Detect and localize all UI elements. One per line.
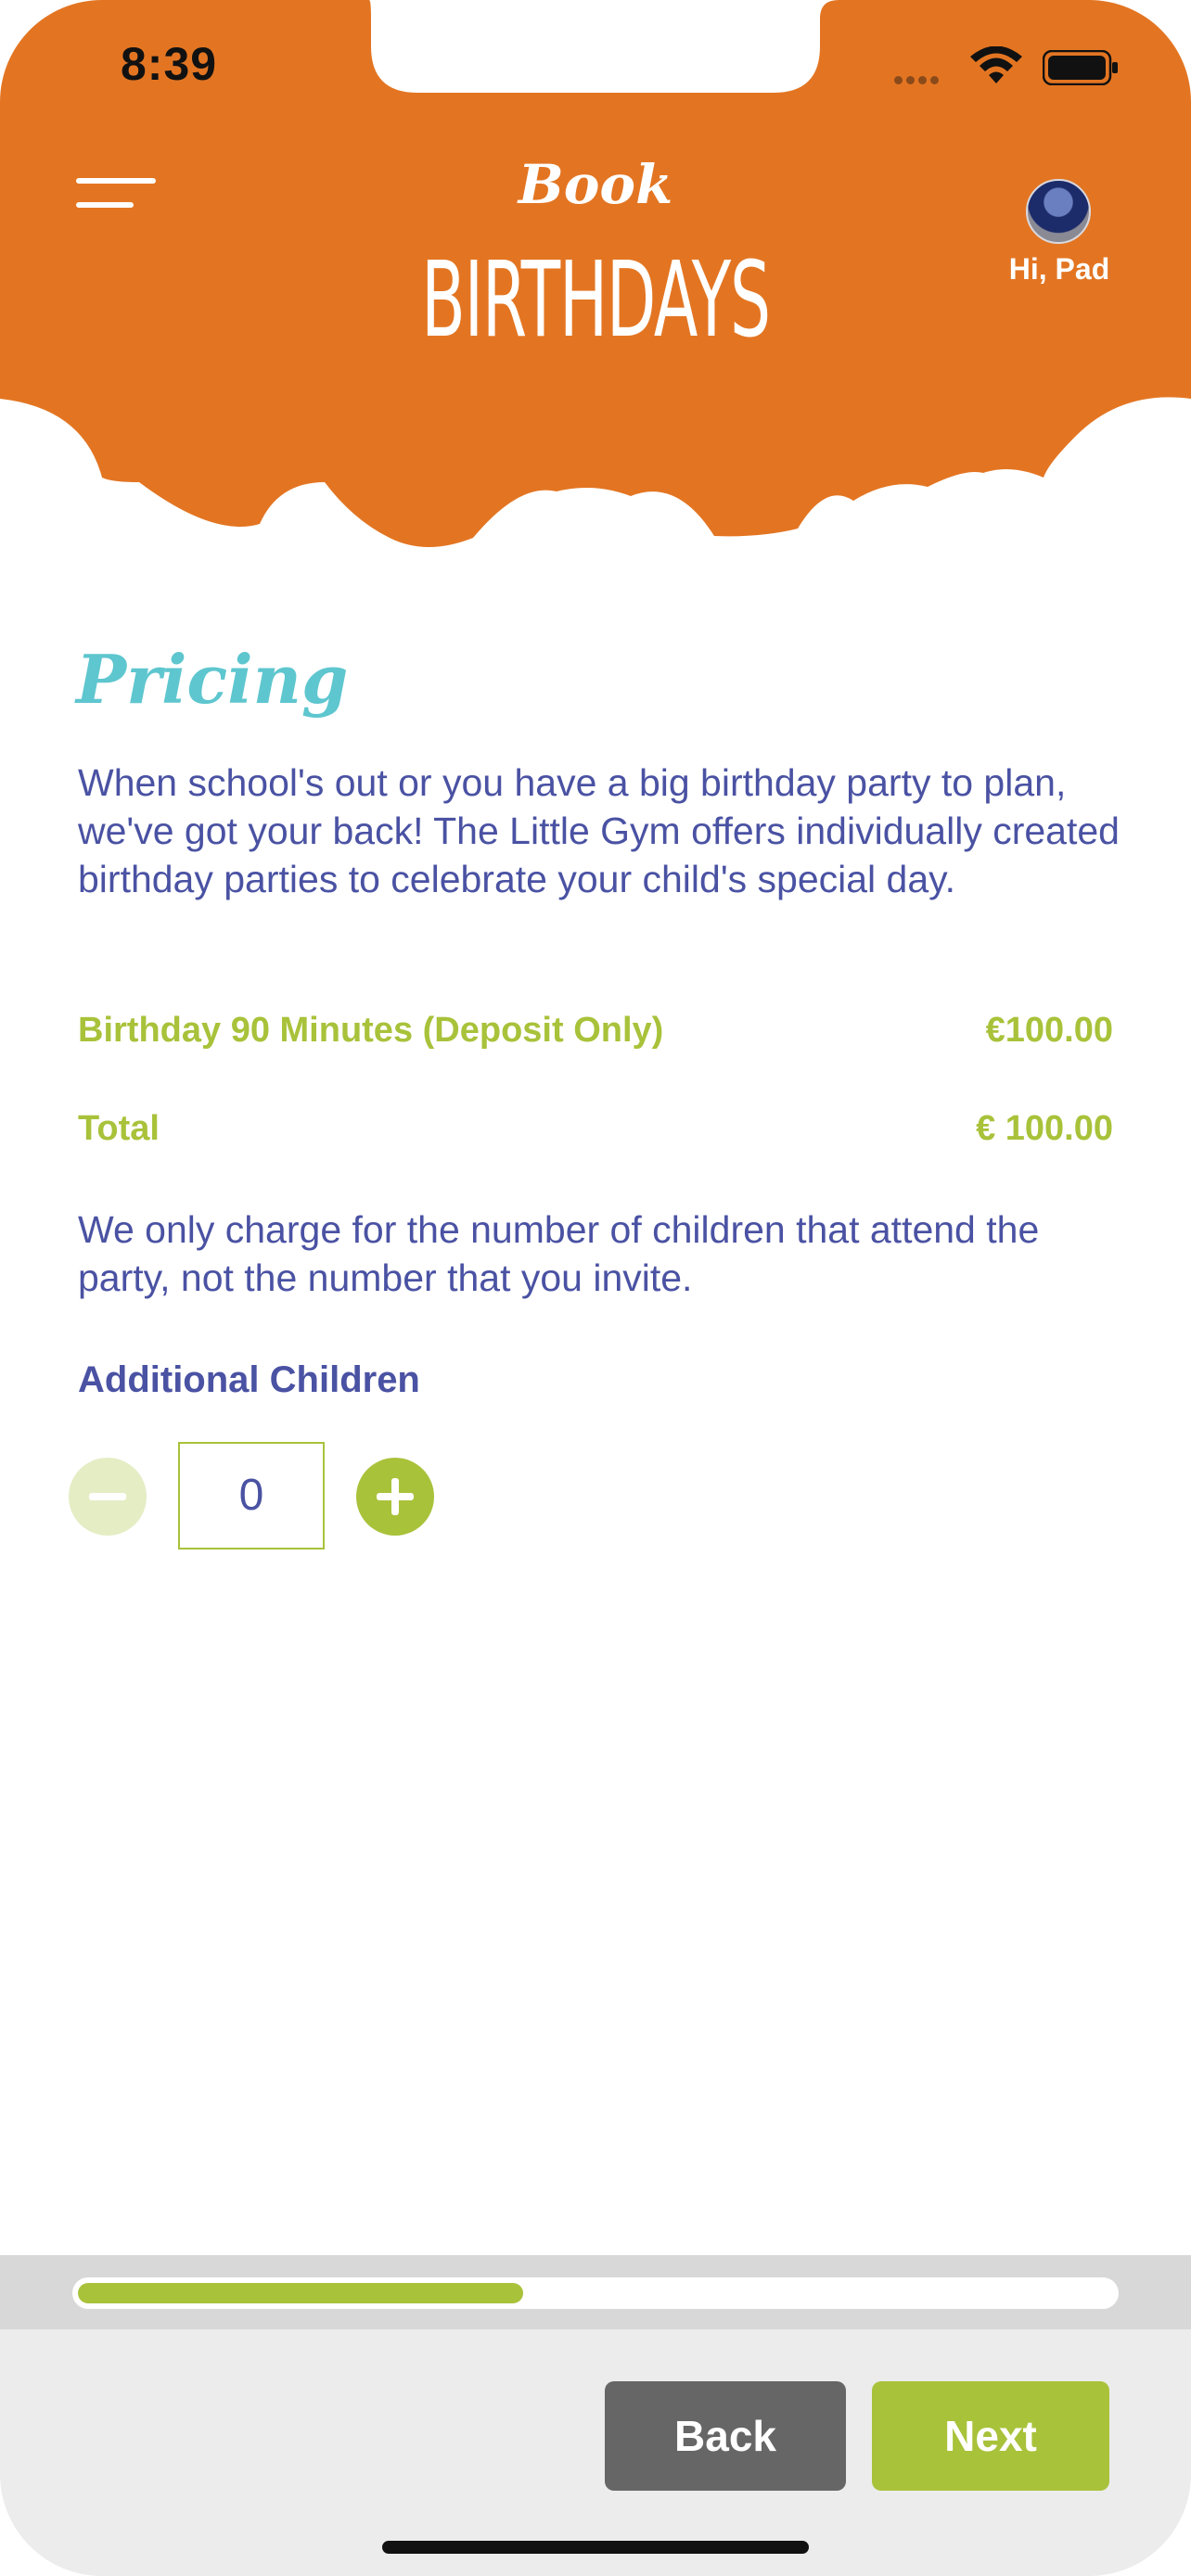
quantity-input[interactable]: 0 [178, 1442, 325, 1549]
status-time: 8:39 [121, 38, 218, 90]
avatar[interactable] [1026, 179, 1091, 244]
back-button[interactable]: Back [605, 2381, 846, 2491]
total-value: € 100.00 [976, 1109, 1113, 1148]
additional-children-label: Additional Children [78, 1359, 420, 1400]
signal-icon [894, 72, 950, 84]
progress-area [0, 2255, 1191, 2329]
pricing-intro: When school's out or you have a big birt… [78, 761, 1120, 900]
header: 8:39 Book BIRTHDAYS Hi, Pad [0, 0, 1191, 556]
header-title-big: BIRTHDAYS [421, 240, 771, 361]
total-row: Total € 100.00 [78, 1109, 1113, 1149]
battery-icon [1043, 50, 1118, 85]
plus-icon [377, 1478, 414, 1515]
line-item-value: €100.00 [985, 1011, 1113, 1050]
wifi-icon [970, 46, 1022, 83]
progress-bar [72, 2277, 1119, 2309]
app-screen: 8:39 Book BIRTHDAYS Hi, Pad Pricing When… [0, 0, 1191, 2576]
greeting: Hi, Pad [1008, 252, 1110, 286]
line-item-label: Birthday 90 Minutes (Deposit Only) [78, 1011, 664, 1050]
home-indicator [382, 2541, 809, 2554]
footer: Back Next [0, 2329, 1191, 2576]
pricing-title: Pricing [76, 640, 349, 719]
status-icons [894, 45, 1118, 91]
header-title-small: Book [518, 153, 673, 216]
progress-fill [78, 2283, 523, 2303]
pricing-note: We only charge for the number of childre… [78, 1208, 1040, 1299]
line-item-row: Birthday 90 Minutes (Deposit Only) €100.… [78, 1011, 1113, 1051]
minus-icon [89, 1493, 126, 1500]
decrement-button[interactable] [69, 1458, 147, 1536]
next-button[interactable]: Next [872, 2381, 1109, 2491]
total-label: Total [78, 1109, 160, 1148]
increment-button[interactable] [356, 1458, 434, 1536]
